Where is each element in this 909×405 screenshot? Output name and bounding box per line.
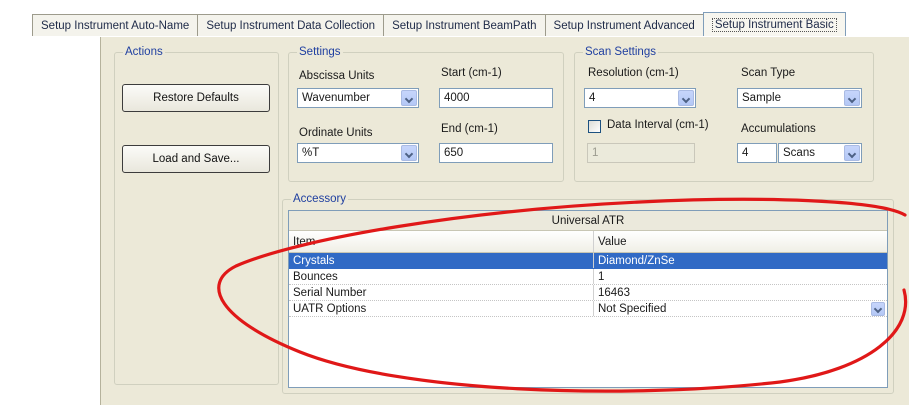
instrument-setup-window: Setup Instrument Auto-Name Setup Instrum… <box>0 0 909 405</box>
annotation-ellipse <box>217 197 908 393</box>
